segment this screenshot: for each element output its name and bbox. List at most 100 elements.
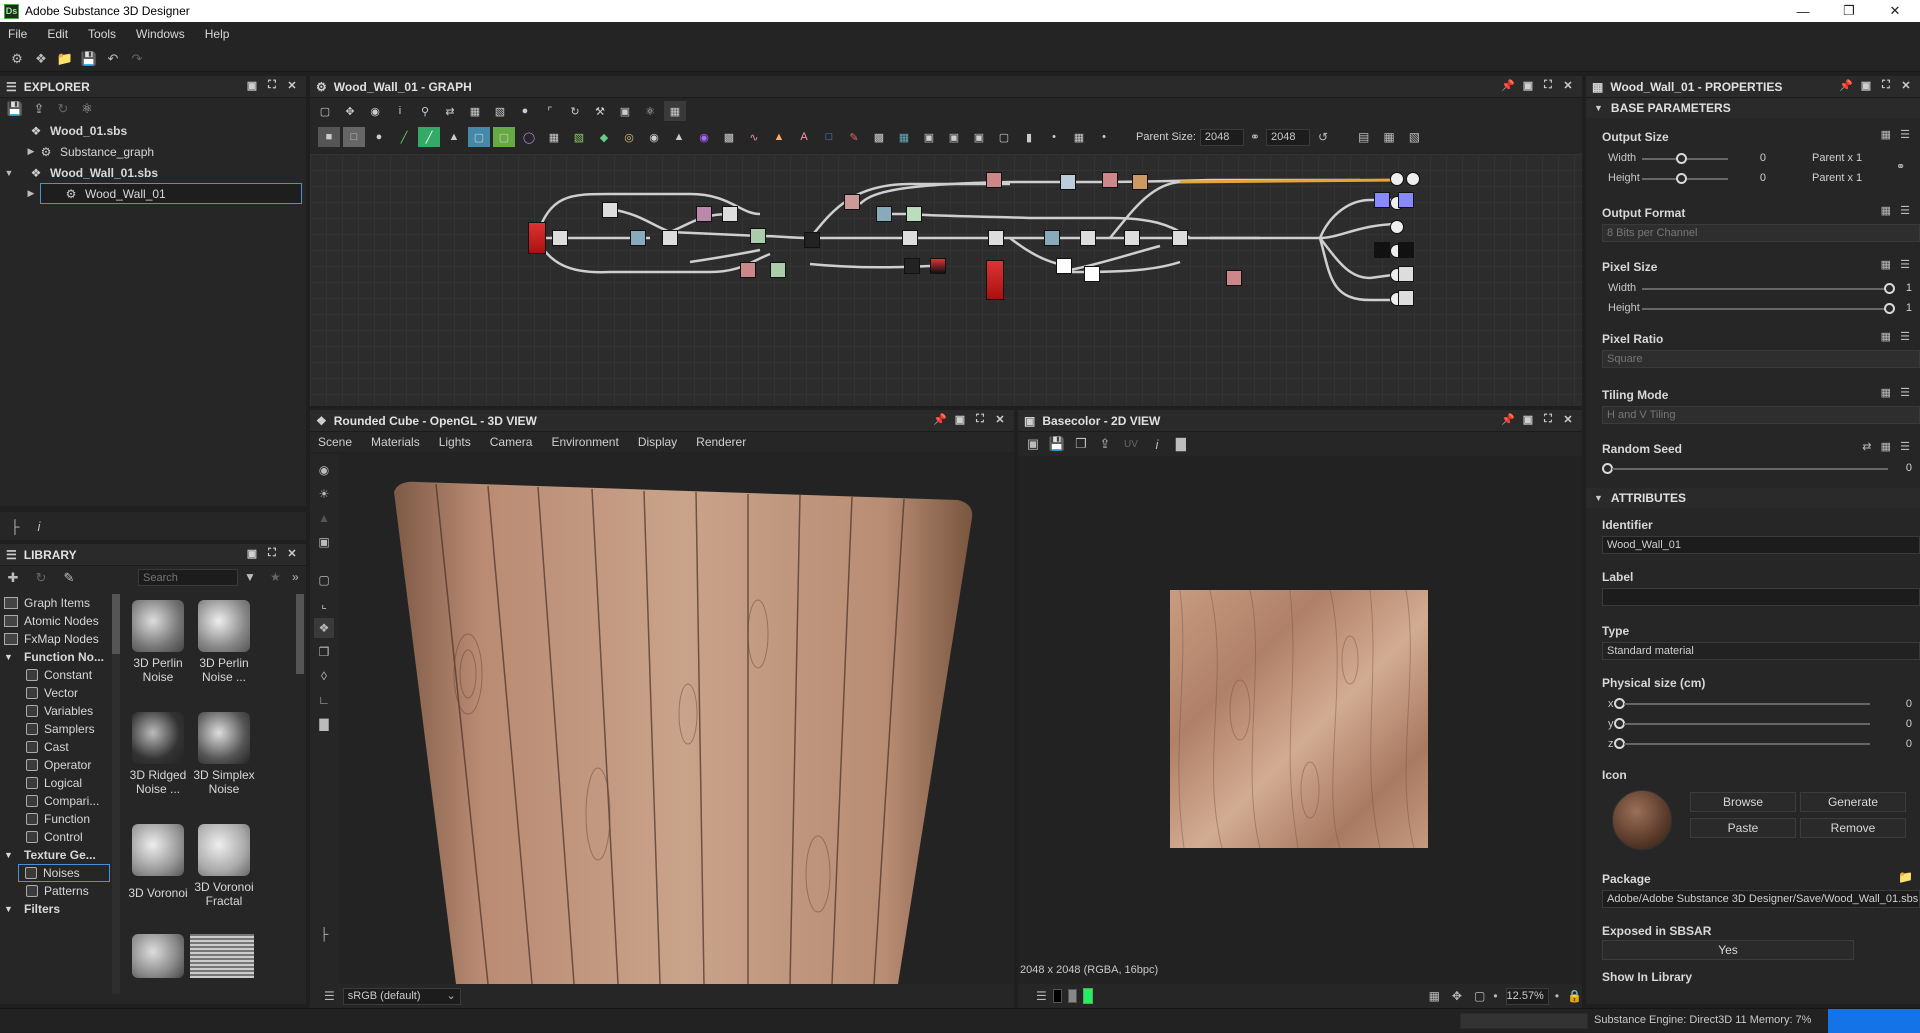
output-icon[interactable]: ▣: [614, 101, 636, 121]
screenshot-tool-icon[interactable]: ▣: [314, 532, 334, 552]
lib-sub-function[interactable]: Function: [0, 810, 114, 828]
output-height-knob[interactable]: [1676, 173, 1687, 184]
tiling-icon[interactable]: ✥: [1452, 989, 1462, 1003]
tree-scrollbar[interactable]: [112, 594, 120, 994]
explorer-collapse-icon[interactable]: ☰: [6, 80, 17, 94]
type-dropdown[interactable]: Standard material: [1602, 642, 1920, 660]
pixel-width-slider[interactable]: [1642, 288, 1890, 290]
lib-cat-graph-items[interactable]: Graph Items: [0, 594, 114, 612]
lib-cat-filters[interactable]: ▼ Filters: [0, 900, 114, 918]
dot-icon[interactable]: •: [1093, 127, 1115, 147]
collapse-arrow-icon[interactable]: ▼: [1594, 493, 1603, 503]
graph-node[interactable]: [750, 228, 766, 244]
fit-icon[interactable]: ✥: [339, 101, 361, 121]
graph-node[interactable]: [1132, 174, 1148, 190]
graph-option-icon-2[interactable]: ▦: [1383, 130, 1394, 144]
output-format-dropdown[interactable]: 8 Bits per Channel: [1602, 224, 1920, 242]
refresh-icon[interactable]: ↻: [564, 101, 586, 121]
tree-icon[interactable]: ├: [314, 924, 334, 944]
selection-node-icon[interactable]: □: [818, 127, 840, 147]
lib-sub-variables[interactable]: Variables: [0, 702, 114, 720]
graph-node[interactable]: [988, 230, 1004, 246]
lib-sub-constant[interactable]: Constant: [0, 666, 114, 684]
lib-sub-patterns[interactable]: Patterns: [0, 882, 114, 900]
lib-sub-samplers[interactable]: Samplers: [0, 720, 114, 738]
svg-node-icon[interactable]: □: [343, 127, 365, 147]
close-window-icon[interactable]: ✕: [1872, 0, 1918, 22]
graph-node[interactable]: [1374, 242, 1390, 258]
brush-node-icon[interactable]: ✎: [843, 127, 865, 147]
info-icon[interactable]: i: [1148, 435, 1166, 453]
graph-option-icon-1[interactable]: ▤: [1358, 130, 1369, 144]
thumb-pattern-partial[interactable]: [190, 934, 254, 978]
histogram-icon[interactable]: ▇: [1172, 435, 1190, 453]
tiling-mode-icons[interactable]: ▦ ☰: [1881, 386, 1910, 399]
thumb-3d-voronoi-fractal[interactable]: [198, 824, 250, 876]
collapse-arrow-icon[interactable]: ▼: [1594, 103, 1603, 113]
graph-node[interactable]: [804, 232, 820, 248]
link-size-icon[interactable]: ⚭: [1250, 130, 1260, 144]
gradient-node-icon[interactable]: ╱: [393, 127, 415, 147]
binary-node-icon[interactable]: ▩: [868, 127, 890, 147]
new-graph-icon[interactable]: ⚙: [8, 50, 26, 68]
redo-icon[interactable]: ↷: [128, 50, 146, 68]
expand-arrow-icon[interactable]: ▶: [24, 146, 38, 157]
copy-image-icon[interactable]: ❐: [1072, 435, 1090, 453]
graph-node[interactable]: [1080, 230, 1096, 246]
graph-node[interactable]: [876, 206, 892, 222]
noise-node-icon[interactable]: ▩: [718, 127, 740, 147]
navigation-icon[interactable]: ▦: [1068, 127, 1090, 147]
output-width-knob[interactable]: [1676, 153, 1687, 164]
mountain-node-icon[interactable]: ▲: [668, 127, 690, 147]
connect-icon[interactable]: ●: [514, 101, 536, 121]
pixel-width-value[interactable]: 1: [1876, 282, 1912, 294]
export-image-icon[interactable]: ⇪: [1096, 435, 1114, 453]
comment-node-icon[interactable]: ▮: [1018, 127, 1040, 147]
rainbow-node-icon[interactable]: ◉: [693, 127, 715, 147]
channels-icon[interactable]: ☰: [1036, 989, 1047, 1003]
levels-node-icon[interactable]: ▲: [443, 127, 465, 147]
frame-node-icon[interactable]: ▢: [993, 127, 1015, 147]
pixel-ratio-icons[interactable]: ▦ ☰: [1881, 330, 1910, 343]
remove-button[interactable]: Remove: [1800, 818, 1906, 838]
undo-icon[interactable]: ↶: [104, 50, 122, 68]
random-seed-icons[interactable]: ⇄ ▦ ☰: [1862, 440, 1910, 453]
graph-node[interactable]: [1398, 192, 1414, 208]
menu-windows[interactable]: Windows: [136, 27, 185, 41]
axis-icon[interactable]: ⌞: [314, 594, 334, 614]
view3d-menu-lights[interactable]: Lights: [439, 435, 471, 449]
thumb-3d-voronoi[interactable]: [132, 824, 184, 876]
output-node-icon[interactable]: ▣: [943, 127, 965, 147]
pin-icon[interactable]: 📌: [1498, 413, 1518, 426]
lib-cat-fxmap-nodes[interactable]: FxMap Nodes: [0, 630, 114, 648]
menu-help[interactable]: Help: [205, 27, 230, 41]
thumb-3d-simplex-noise[interactable]: [198, 712, 250, 764]
graph-canvas[interactable]: [310, 154, 1582, 406]
graph-node[interactable]: [902, 230, 918, 246]
graph-node[interactable]: [1398, 266, 1414, 282]
collapse-arrow-icon[interactable]: ▼: [4, 904, 18, 914]
fx-node-icon[interactable]: ▦: [893, 127, 915, 147]
maximize-panel-icon[interactable]: ⛶: [262, 79, 282, 92]
library-collapse-icon[interactable]: ☰: [6, 548, 17, 562]
text-node-icon[interactable]: A: [793, 127, 815, 147]
camera-icon[interactable]: ◉: [364, 101, 386, 121]
graph-node[interactable]: [722, 206, 738, 222]
fit-image-icon[interactable]: ▣: [1024, 435, 1042, 453]
open-folder-icon[interactable]: 📁: [56, 50, 74, 68]
output-width-relative[interactable]: Parent x 1: [1812, 152, 1862, 164]
publish-icon[interactable]: ⚛: [78, 100, 96, 118]
tile-node-icon[interactable]: ▦: [543, 127, 565, 147]
graph-node[interactable]: [1226, 270, 1242, 286]
graph-node[interactable]: [1374, 192, 1390, 208]
uv-toggle[interactable]: UV: [1124, 439, 1138, 450]
bg-checker-swatch[interactable]: [1082, 988, 1093, 1004]
tree-view-icon[interactable]: ├: [6, 517, 24, 535]
attributes-header[interactable]: ▼ ATTRIBUTES: [1586, 488, 1920, 508]
float-icon[interactable]: ▣: [242, 547, 262, 560]
collapse-arrow-icon[interactable]: ▼: [4, 652, 18, 662]
maximize-panel-icon[interactable]: ⛶: [1538, 79, 1558, 92]
lib-sub-cast[interactable]: Cast: [0, 738, 114, 756]
curve-node-icon[interactable]: ╱: [418, 127, 440, 147]
switch-node-icon[interactable]: ▣: [968, 127, 990, 147]
